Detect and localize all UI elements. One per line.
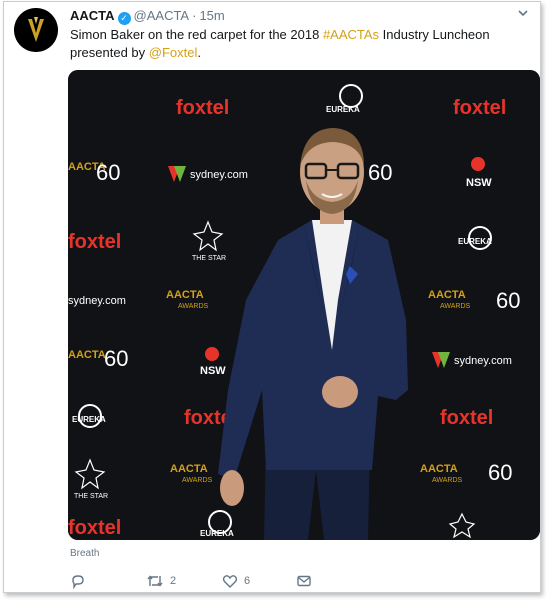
tweet-text: Simon Baker on the red carpet for the 20…	[70, 26, 510, 62]
sixty-logo: 60	[368, 160, 392, 185]
like-button[interactable]: 6	[222, 573, 250, 589]
sixty-logo: 60	[496, 288, 520, 313]
svg-text:NSW: NSW	[200, 365, 226, 377]
timestamp[interactable]: 15m	[199, 8, 224, 23]
like-count: 6	[244, 575, 251, 587]
verified-badge-icon: ✓	[117, 12, 131, 25]
tweet-photo[interactable]: foxtel foxtel EUREKA AACTA 60 sydney.com…	[68, 70, 540, 540]
svg-text:AWARDS: AWARDS	[178, 303, 209, 310]
tweet-text-part: .	[197, 45, 202, 60]
svg-text:THE STAR: THE STAR	[74, 493, 108, 500]
tweet-card[interactable]: AACTA ✓ @AACTA · 15m Simon Baker on the red …	[3, 1, 541, 593]
svg-text:AWARDS: AWARDS	[440, 303, 471, 310]
svg-text:sydney.com: sydney.com	[190, 169, 248, 181]
svg-text:AWARDS: AWARDS	[182, 477, 213, 484]
mention-link[interactable]: @Foxtel	[149, 45, 198, 60]
svg-text:AACTA: AACTA	[428, 289, 466, 301]
svg-text:EUREKA: EUREKA	[458, 237, 492, 246]
sixty-logo: 60	[104, 346, 128, 371]
foxtel-logo: foxtel	[440, 407, 493, 429]
svg-text:AACTA: AACTA	[170, 463, 208, 475]
svg-text:sydney.com: sydney.com	[454, 355, 512, 367]
sydney-logo: sydney.com	[432, 352, 512, 368]
svg-text:AWARDS: AWARDS	[432, 477, 463, 484]
svg-text:EUREKA: EUREKA	[72, 415, 106, 424]
chevron-down-icon[interactable]	[516, 7, 530, 21]
foxtel-logo: foxtel	[68, 517, 121, 539]
direct-message-button[interactable]	[296, 573, 312, 589]
photo-caption: Breath	[70, 548, 100, 559]
sydney-logo: sydney.com	[168, 166, 248, 182]
direct-message-icon	[297, 575, 311, 587]
tweet-actions: 2 6	[70, 573, 510, 589]
sydney-logo: sydney.com	[68, 295, 126, 307]
sixty-logo: 60	[96, 160, 120, 185]
svg-text:AACTA: AACTA	[166, 289, 204, 301]
svg-text:EUREKA: EUREKA	[326, 105, 360, 114]
reply-icon	[72, 575, 84, 589]
separator: ·	[192, 8, 197, 23]
svg-text:THE STAR: THE STAR	[192, 255, 226, 262]
aacta-logo-icon	[14, 8, 58, 52]
svg-text:NSW: NSW	[466, 177, 492, 189]
foxtel-logo: foxtel	[176, 97, 229, 119]
svg-text:AACTA: AACTA	[420, 463, 458, 475]
sixty-logo: 60	[488, 460, 512, 485]
author-name[interactable]: AACTA	[70, 8, 115, 23]
retweet-icon	[147, 575, 163, 587]
reply-button[interactable]	[70, 573, 92, 589]
hashtag-link[interactable]: #AACTAs	[323, 27, 379, 42]
retweet-button[interactable]: 2	[146, 573, 176, 589]
foxtel-logo: foxtel	[68, 231, 121, 253]
author-handle[interactable]: @AACTA	[134, 8, 190, 23]
tweet-header: AACTA ✓ @AACTA · 15m	[70, 8, 225, 25]
tweet-text-part: Simon Baker on the red carpet for the 20…	[70, 27, 323, 42]
foxtel-logo: foxtel	[453, 97, 506, 119]
retweet-count: 2	[170, 575, 177, 587]
svg-text:EUREKA: EUREKA	[200, 529, 234, 538]
avatar[interactable]	[14, 8, 58, 52]
like-icon	[222, 575, 238, 588]
aacta-logo: AACTA	[68, 349, 106, 361]
